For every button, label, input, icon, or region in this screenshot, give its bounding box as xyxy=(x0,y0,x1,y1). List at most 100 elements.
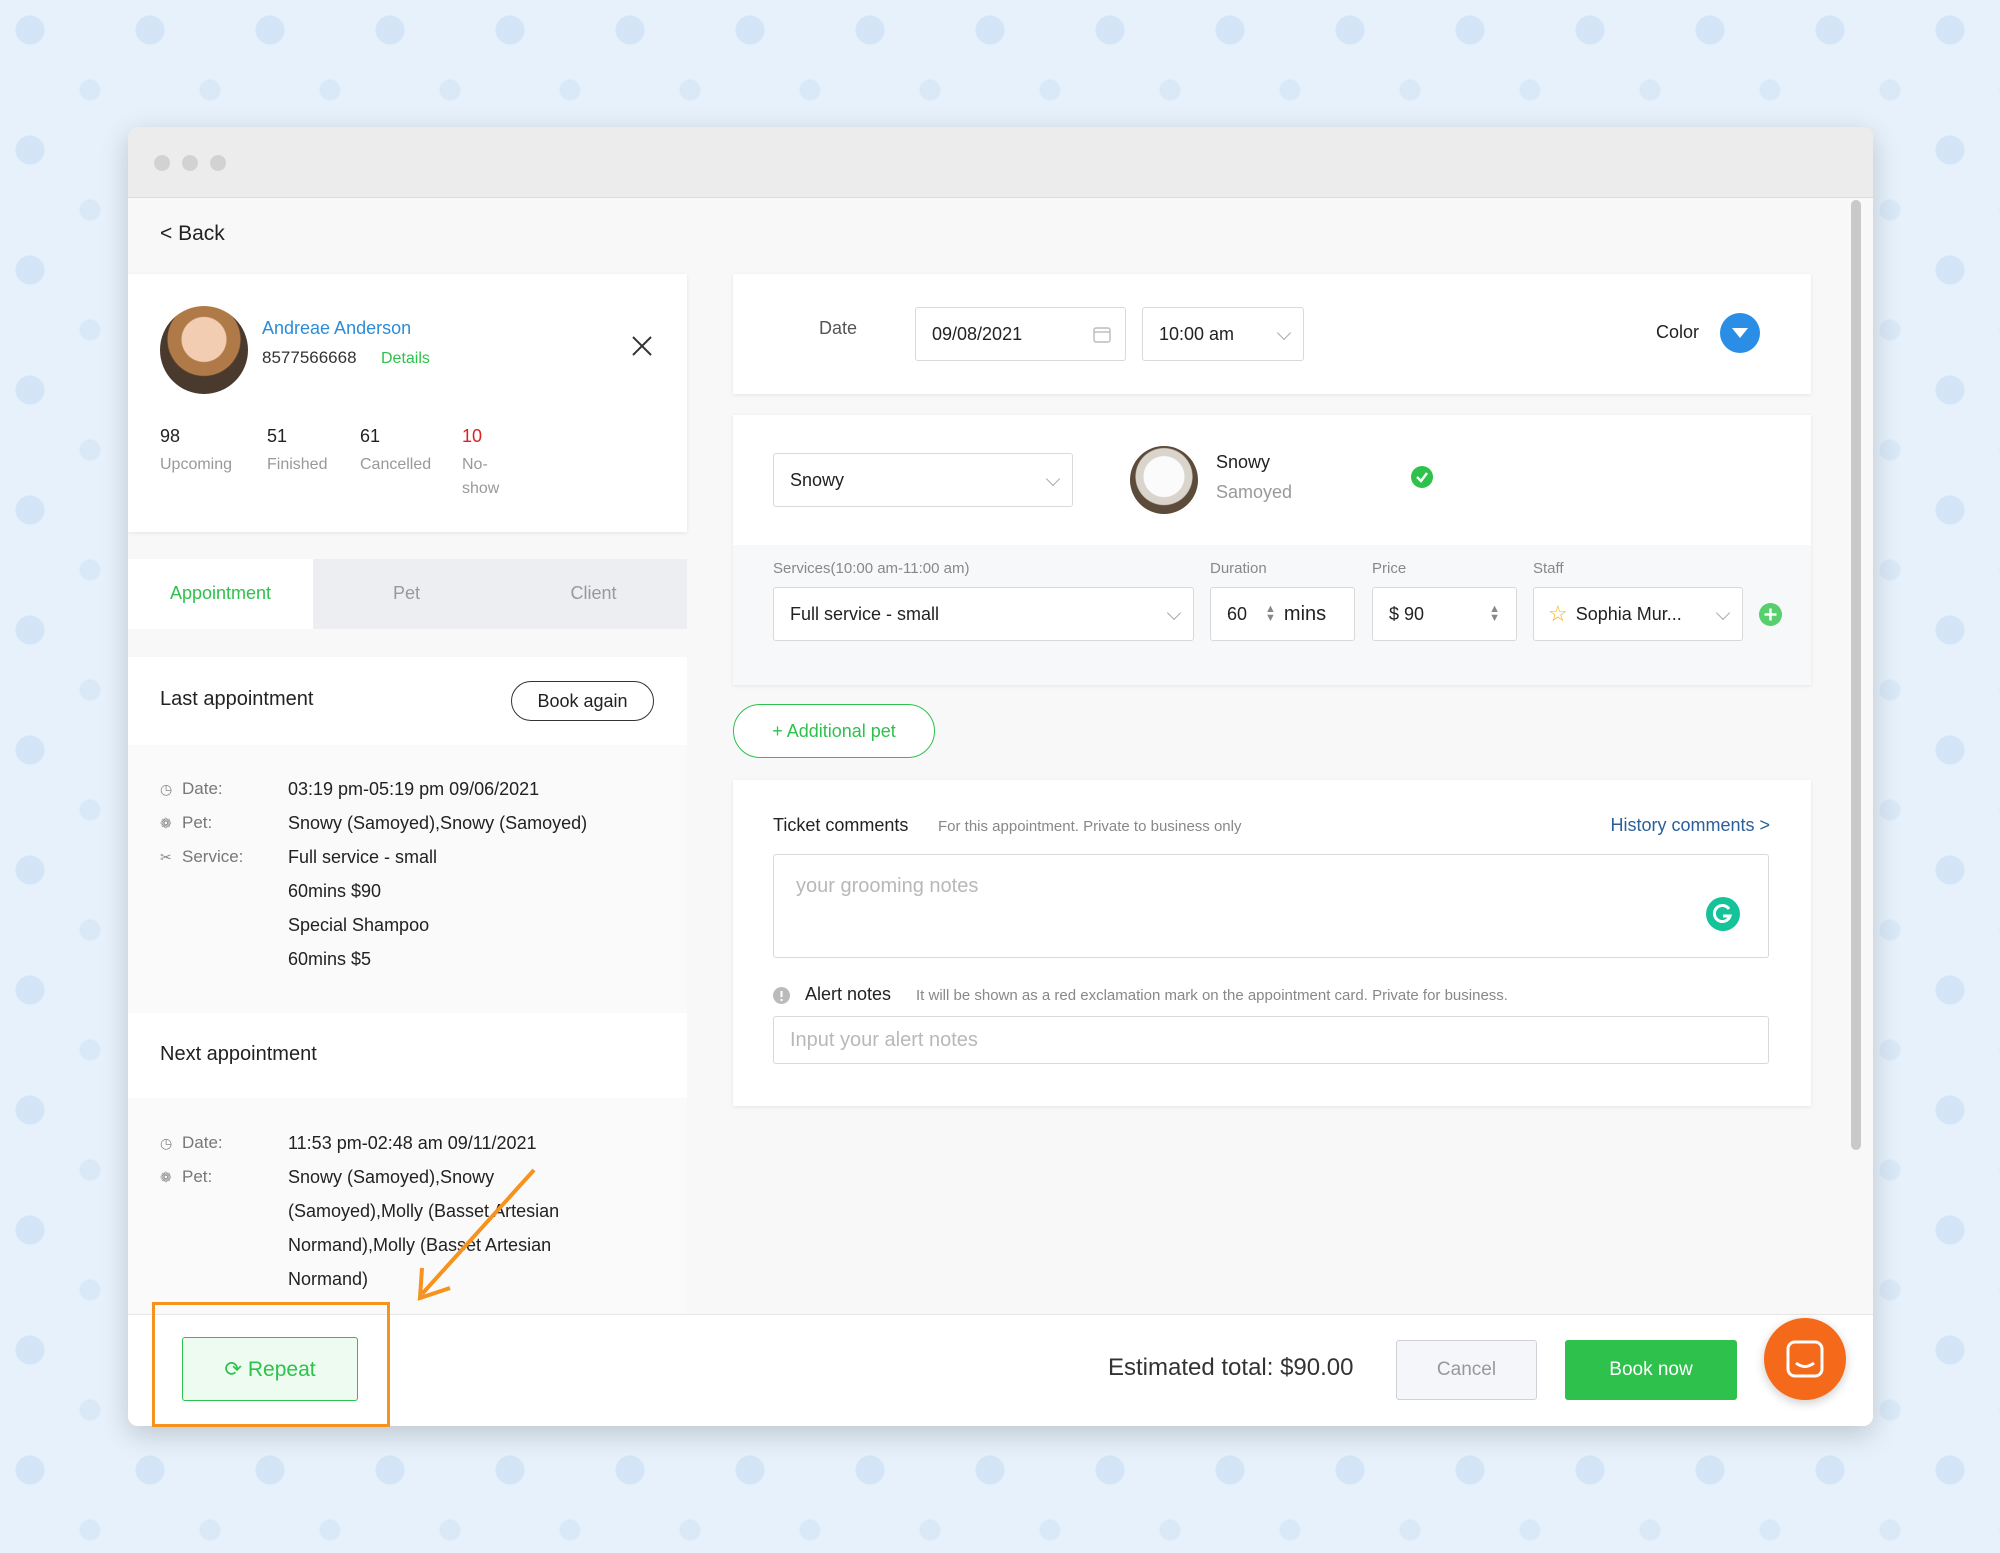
stat-label: Upcoming xyxy=(160,456,233,473)
service-row: Services(10:00 am-11:00 am) Full service… xyxy=(733,545,1811,685)
additional-pet-button[interactable]: + Additional pet xyxy=(733,704,935,758)
date-key: Date: xyxy=(182,1133,223,1152)
ticket-comments-hint: For this appointment. Private to busines… xyxy=(938,818,1242,835)
window-minimize-dot[interactable] xyxy=(182,155,198,171)
stat-number: 10 xyxy=(462,426,483,446)
services-label: Services(10:00 am-11:00 am) xyxy=(773,560,970,577)
window-zoom-dot[interactable] xyxy=(210,155,226,171)
alert-notes-input[interactable]: Input your alert notes xyxy=(773,1016,1769,1064)
ticket-comments-label: Ticket comments xyxy=(773,815,909,835)
chevron-down-icon xyxy=(1276,325,1292,341)
time-select[interactable]: 10:00 am xyxy=(1142,307,1304,361)
date-value: 09/08/2021 xyxy=(932,323,1023,344)
grooming-notes-placeholder: your grooming notes xyxy=(796,875,979,897)
check-circle-icon xyxy=(1411,466,1433,488)
pet-key: Pet: xyxy=(182,1167,213,1186)
info-icon xyxy=(773,987,790,1004)
grooming-notes-textarea[interactable]: your grooming notes xyxy=(773,854,1769,958)
pet-select[interactable]: Snowy xyxy=(773,453,1073,507)
history-comments-link[interactable]: History comments > xyxy=(1610,815,1770,836)
stat-label: No- xyxy=(462,456,488,473)
stat-finished: 51 Finished xyxy=(267,426,327,477)
last-appointment-details: ◷ Date: 03:19 pm-05:19 pm 09/06/2021 ❁ Pet… xyxy=(128,745,687,1013)
cancel-button[interactable]: Cancel xyxy=(1396,1340,1537,1400)
tab-bar: Appointment Pet Client xyxy=(128,559,687,629)
stat-number: 51 xyxy=(267,426,288,446)
duration-unit: mins xyxy=(1283,602,1327,625)
tab-pet[interactable]: Pet xyxy=(313,559,500,629)
title-bar xyxy=(128,127,1873,198)
staff-select[interactable]: ☆ Sophia Mur... xyxy=(1533,587,1743,641)
next-appointment-title: Next appointment xyxy=(160,1043,317,1065)
pet-row: ❁ Pet: xyxy=(160,1160,212,1194)
content-area: < Back Andreae Anderson 8577566668 Detai… xyxy=(128,198,1873,1426)
alert-notes-hint: It will be shown as a red exclamation ma… xyxy=(916,987,1508,1004)
caret-down-icon xyxy=(1732,328,1748,338)
service-line: 60mins $5 xyxy=(288,949,372,969)
time-value: 10:00 am xyxy=(1159,323,1235,344)
staff-label: Staff xyxy=(1533,560,1564,577)
next-appointment-header: Next appointment xyxy=(128,1013,687,1098)
stat-label: show xyxy=(462,480,500,497)
price-value: $ 90 xyxy=(1389,603,1425,624)
service-key: Service: xyxy=(182,847,244,866)
pet-line: Normand) xyxy=(288,1269,369,1289)
chat-icon xyxy=(1786,1340,1824,1378)
price-stepper[interactable]: $ 90 ▲ ▼ xyxy=(1372,587,1517,641)
client-name[interactable]: Andreae Anderson xyxy=(262,318,411,339)
last-appointment-header: Last appointment Book again xyxy=(128,657,687,745)
stepper-arrows-icon[interactable]: ▲ ▼ xyxy=(1265,604,1276,624)
date-row: ◷ Date: xyxy=(160,772,223,806)
color-label: Color xyxy=(1656,322,1700,342)
pet-photo xyxy=(1130,446,1198,514)
service-icon: ✂ xyxy=(160,849,172,865)
color-picker-button[interactable] xyxy=(1720,313,1760,353)
paw-icon: ❁ xyxy=(160,1169,172,1185)
pet-value: Snowy (Samoyed),Snowy (Samoyed) xyxy=(288,813,588,833)
stat-label: Cancelled xyxy=(360,456,432,473)
grammarly-icon[interactable] xyxy=(1706,897,1740,931)
star-icon: ☆ xyxy=(1548,601,1568,626)
alert-notes-placeholder: Input your alert notes xyxy=(790,1028,978,1051)
pet-row: ❁ Pet: xyxy=(160,806,212,840)
duration-stepper[interactable]: 60 ▲ ▼ mins xyxy=(1210,587,1355,641)
tab-client[interactable]: Client xyxy=(500,559,687,629)
stat-label: Finished xyxy=(267,456,328,473)
book-again-button[interactable]: Book again xyxy=(511,681,654,721)
pet-name: Snowy xyxy=(1216,452,1271,472)
chat-widget-button[interactable] xyxy=(1764,1318,1846,1400)
stat-number: 61 xyxy=(360,426,381,446)
client-card: Andreae Anderson 8577566668 Details 98 U… xyxy=(128,274,687,532)
chevron-down-icon xyxy=(1715,605,1731,621)
back-link[interactable]: < Back xyxy=(160,222,225,246)
stepper-arrows-icon[interactable]: ▲ ▼ xyxy=(1489,604,1500,624)
date-key: Date: xyxy=(182,779,223,798)
close-icon[interactable] xyxy=(628,332,656,360)
stat-number: 98 xyxy=(160,426,181,446)
date-value: 11:53 pm-02:48 am 09/11/2021 xyxy=(288,1133,537,1153)
book-now-button[interactable]: Book now xyxy=(1565,1340,1737,1400)
service-select[interactable]: Full service - small xyxy=(773,587,1194,641)
stat-no-show: 10 No- show xyxy=(462,426,499,501)
tab-appointment[interactable]: Appointment xyxy=(128,559,313,629)
duration-value: 60 xyxy=(1227,603,1248,624)
chevron-down-icon xyxy=(1045,471,1061,487)
pet-service-card: Snowy Snowy Samoyed Services(10:00 am-11… xyxy=(733,415,1811,685)
clock-icon: ◷ xyxy=(160,1135,173,1151)
service-line: 60mins $90 xyxy=(288,881,382,901)
annotation-arrow-icon xyxy=(417,1168,536,1301)
avatar xyxy=(160,306,248,394)
stat-upcoming: 98 Upcoming xyxy=(160,426,232,477)
client-details-link[interactable]: Details xyxy=(381,350,430,368)
paw-icon: ❁ xyxy=(160,815,172,831)
date-row: ◷ Date: xyxy=(160,1126,223,1160)
repeat-highlight-box xyxy=(152,1302,390,1427)
date-input[interactable]: 09/08/2021 xyxy=(915,307,1126,361)
window-close-dot[interactable] xyxy=(154,155,170,171)
add-service-icon[interactable] xyxy=(1759,603,1782,626)
pet-select-value: Snowy xyxy=(790,469,845,490)
date-label: Date xyxy=(819,318,858,338)
scrollbar[interactable] xyxy=(1851,200,1861,1150)
date-value: 03:19 pm-05:19 pm 09/06/2021 xyxy=(288,779,540,799)
service-row: ✂ Service: xyxy=(160,840,243,874)
